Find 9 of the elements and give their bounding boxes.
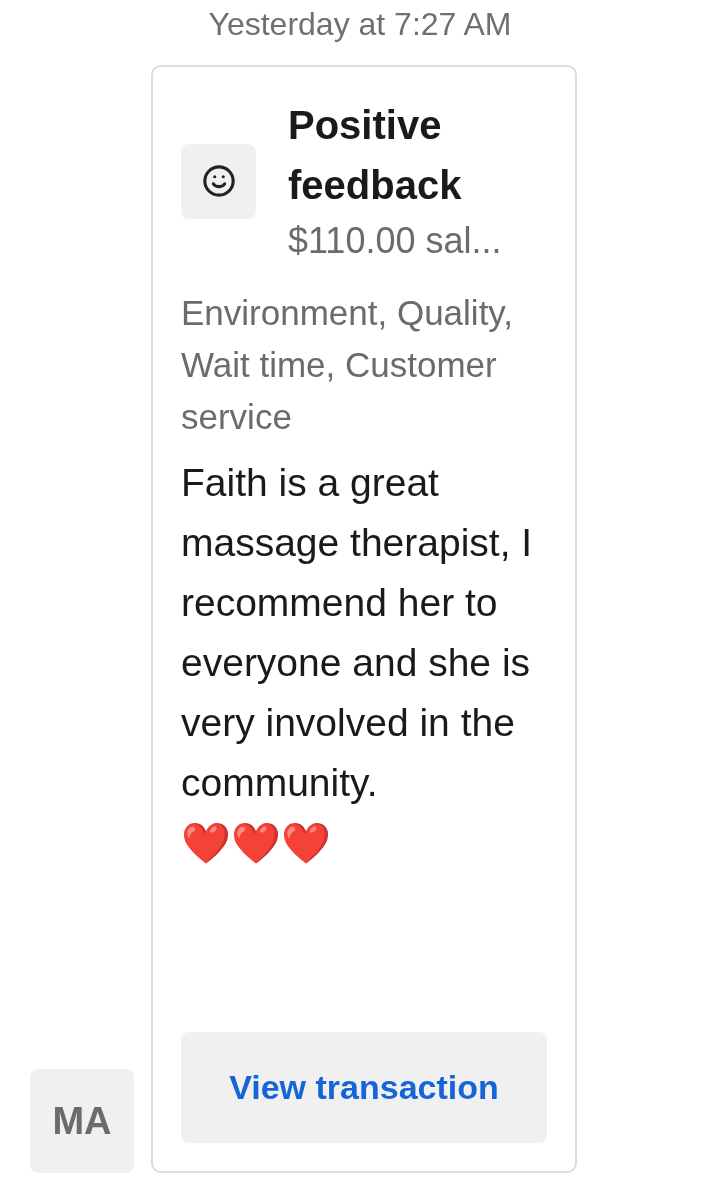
feedback-tags: Environment, Quality, Wait time, Customer service bbox=[181, 287, 547, 443]
card-title: Positive feedback bbox=[288, 102, 463, 209]
heart-emoji: ❤❤❤ bbox=[181, 819, 331, 868]
message-timestamp: Yesterday at 7:27 AM bbox=[208, 5, 512, 44]
card-subtitle: $110.00 sal... bbox=[288, 219, 503, 263]
feedback-message: Faith is a great massage therapist, I recommend her to everyone and she is very involved in the community. bbox=[181, 460, 534, 806]
smiley-icon bbox=[201, 164, 236, 198]
avatar: MA bbox=[30, 1069, 134, 1173]
view-transaction-button[interactable]: View transaction bbox=[181, 1032, 547, 1143]
